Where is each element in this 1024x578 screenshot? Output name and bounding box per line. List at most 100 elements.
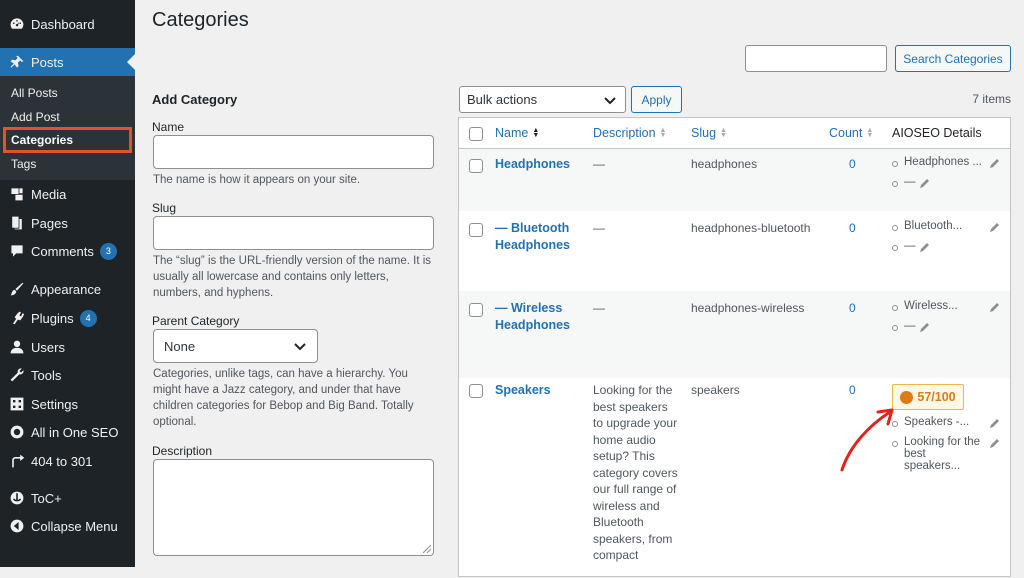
seo-score-value: 57/100 — [917, 390, 956, 404]
media-icon — [8, 185, 26, 203]
category-description: Looking for the best speakers to upgrade… — [593, 383, 678, 562]
edit-pencil-icon[interactable] — [989, 221, 1001, 233]
category-count-link[interactable]: 0 — [849, 382, 856, 399]
wrench-icon — [8, 366, 26, 384]
table-row: — Wireless Headphones — headphones-wirel… — [459, 291, 1010, 378]
column-count-label: Count — [829, 126, 863, 140]
menu-dashboard-label: Dashboard — [31, 16, 95, 32]
bullet-icon — [892, 161, 898, 167]
aioseo-description-text: Looking for the best speakers... — [904, 436, 981, 472]
name-help-text: The name is how it appears on your site. — [153, 174, 361, 186]
menu-toc[interactable]: ToC+ — [0, 484, 135, 512]
highlight-box — [3, 127, 132, 153]
column-slug-label: Slug — [691, 126, 717, 140]
row-checkbox[interactable] — [469, 303, 483, 317]
parent-help-text: Categories, unlike tags, can have a hier… — [153, 368, 414, 428]
menu-collapse[interactable]: Collapse Menu — [0, 512, 135, 540]
user-icon — [8, 338, 26, 356]
name-input[interactable] — [153, 135, 434, 169]
column-name-header[interactable]: Name ▲ ▼ — [495, 126, 539, 140]
add-category-heading: Add Category — [152, 92, 238, 107]
category-count-link[interactable]: 0 — [849, 220, 856, 237]
submenu-add-post[interactable]: Add Post — [0, 106, 135, 128]
chevron-down-icon — [604, 97, 616, 105]
edit-pencil-icon[interactable] — [919, 321, 931, 333]
edit-pencil-icon[interactable] — [919, 177, 931, 189]
menu-plugins[interactable]: Plugins 4 — [0, 304, 135, 332]
aioseo-title-text: Headphones ... — [904, 156, 983, 168]
edit-pencil-icon[interactable] — [989, 157, 1001, 169]
menu-comments-label: Comments — [31, 243, 94, 259]
menu-tools-label: Tools — [31, 367, 62, 383]
aioseo-title: Bluetooth... — [892, 220, 962, 232]
edit-pencil-icon[interactable] — [989, 417, 1001, 429]
aioseo-title: Wireless... — [892, 300, 958, 312]
column-count-header[interactable]: Count ▲ ▼ — [829, 126, 873, 140]
bulk-actions-select[interactable]: Bulk actions — [459, 86, 626, 113]
category-name-link[interactable]: Speakers — [495, 382, 585, 399]
bulk-actions-value: Bulk actions — [467, 92, 538, 107]
column-description-header[interactable]: Description ▲ ▼ — [593, 126, 666, 140]
category-name-link[interactable]: — Wireless Headphones — [495, 300, 585, 333]
menu-collapse-label: Collapse Menu — [31, 518, 118, 534]
chevron-down-icon — [294, 343, 306, 351]
aioseo-title-text: Speakers -... — [904, 416, 970, 428]
menu-tools[interactable]: Tools — [0, 361, 135, 389]
select-all-checkbox[interactable] — [469, 127, 483, 141]
menu-aioseo-label: All in One SEO — [31, 424, 119, 440]
bullet-icon — [892, 325, 898, 331]
category-name-link[interactable]: Headphones — [495, 156, 585, 173]
menu-users[interactable]: Users — [0, 333, 135, 361]
parent-category-label: Parent Category — [152, 314, 240, 328]
description-label: Description — [152, 444, 213, 458]
menu-404-to-301[interactable]: 404 to 301 — [0, 447, 135, 475]
category-name-link[interactable]: — Bluetooth Headphones — [495, 220, 585, 253]
anchor-icon — [8, 489, 26, 507]
menu-media[interactable]: Media — [0, 180, 135, 208]
column-slug-header[interactable]: Slug ▲ ▼ — [691, 126, 727, 140]
menu-pages[interactable]: Pages — [0, 209, 135, 237]
edit-pencil-icon[interactable] — [919, 241, 931, 253]
aioseo-title: Headphones ... — [892, 156, 982, 168]
bullet-icon — [892, 305, 898, 311]
submenu-all-posts[interactable]: All Posts — [0, 82, 135, 104]
category-description: — — [593, 157, 605, 171]
menu-settings[interactable]: Settings — [0, 390, 135, 418]
category-count-link[interactable]: 0 — [849, 156, 856, 173]
search-categories-button[interactable]: Search Categories — [895, 45, 1011, 72]
menu-appearance[interactable]: Appearance — [0, 275, 135, 303]
slug-input[interactable] — [153, 216, 434, 250]
category-slug: headphones-bluetooth — [691, 221, 811, 235]
table-row: Speakers Looking for the best speakers t… — [459, 378, 1010, 578]
row-checkbox[interactable] — [469, 223, 483, 237]
row-checkbox[interactable] — [469, 384, 483, 398]
menu-aioseo[interactable]: All in One SEO — [0, 418, 135, 446]
parent-category-value: None — [164, 338, 196, 354]
apply-button[interactable]: Apply — [631, 86, 682, 113]
menu-comments[interactable]: Comments 3 — [0, 237, 135, 265]
table-row: Headphones — headphones 0 Headphones ...… — [459, 149, 1010, 211]
category-description: — — [593, 221, 605, 235]
aioseo-title-text: Bluetooth... — [904, 220, 963, 232]
edit-pencil-icon[interactable] — [989, 301, 1001, 313]
menu-posts-label: Posts — [31, 54, 64, 70]
submenu-tags[interactable]: Tags — [0, 153, 135, 175]
search-input[interactable] — [745, 45, 887, 72]
bullet-icon — [892, 181, 898, 187]
menu-dashboard[interactable]: Dashboard — [0, 10, 135, 38]
aioseo-description-text: — — [904, 320, 916, 332]
edit-pencil-icon[interactable] — [989, 437, 1001, 449]
row-checkbox[interactable] — [469, 159, 483, 173]
items-count: 7 items — [972, 92, 1011, 106]
category-slug: speakers — [691, 383, 740, 397]
categories-table: Name ▲ ▼ Description ▲ ▼ Slug ▲ ▼ Count ▲ ▼ … — [458, 117, 1011, 577]
slug-help-text: The “slug” is the URL-friendly version o… — [153, 255, 432, 299]
parent-category-select[interactable]: None — [153, 329, 318, 363]
resize-handle-icon[interactable] — [423, 545, 431, 553]
page-title: Categories — [152, 9, 249, 31]
category-count-link[interactable]: 0 — [849, 300, 856, 317]
category-slug: headphones — [691, 157, 758, 171]
menu-posts[interactable]: Posts — [0, 48, 135, 76]
slug-label: Slug — [152, 201, 177, 215]
description-textarea[interactable] — [153, 459, 434, 556]
